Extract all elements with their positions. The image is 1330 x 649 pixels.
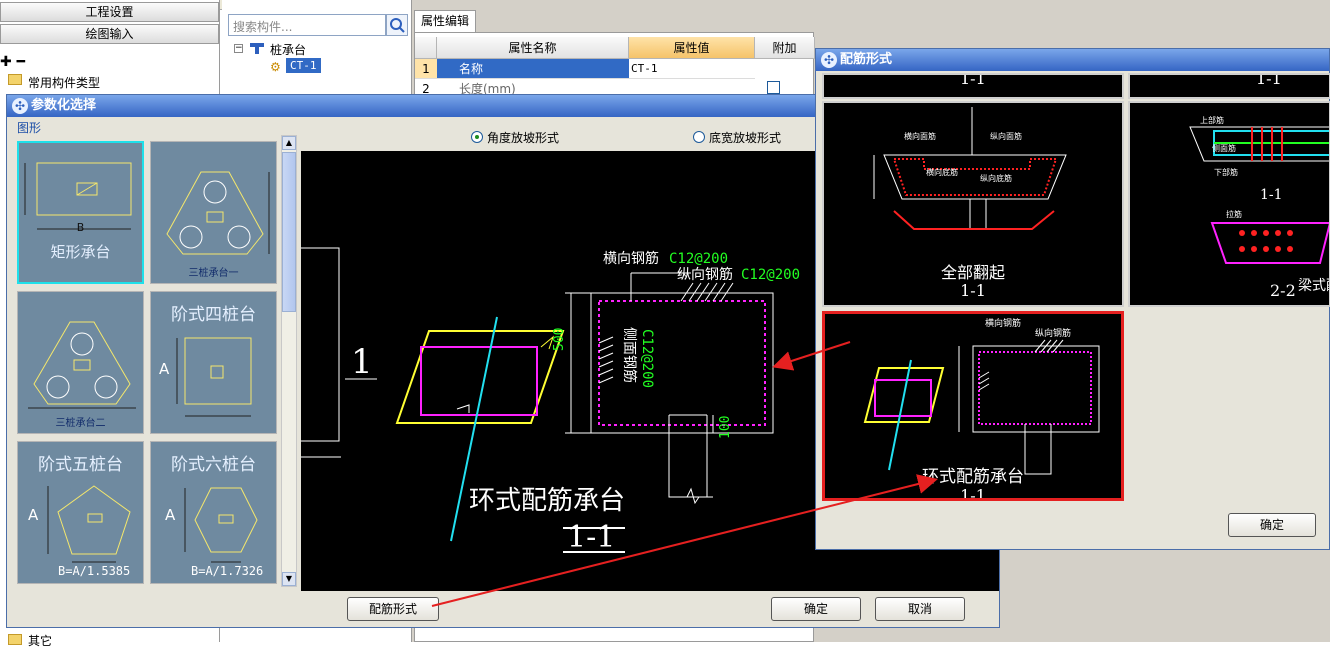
col-header-name: 属性名称 <box>437 37 629 59</box>
label-side-bar: 侧面筋 <box>1212 144 1236 153</box>
radio-angle-slope[interactable] <box>471 131 483 143</box>
option-section: 1-1 <box>960 486 986 501</box>
col-header-extra: 附加 <box>755 37 815 59</box>
extra-checkbox[interactable] <box>767 81 780 94</box>
tree-item-pile-cap[interactable]: 桩承台 <box>270 41 306 58</box>
option-section-b: 2-2 <box>1270 281 1296 300</box>
transverse-spec: C12@200 <box>669 251 728 267</box>
thumb-label: 三桩承台二 <box>55 418 106 429</box>
formula-label: B=A/1.5385 <box>58 564 131 578</box>
thumb-rect-cap[interactable]: B 矩形承台 <box>17 141 144 284</box>
thumb-three-pile-cap-1[interactable]: 三桩承台一 <box>150 141 277 284</box>
property-value-cell[interactable]: CT-1 <box>629 59 755 79</box>
ok-button[interactable]: 确定 <box>1228 513 1316 537</box>
longitudinal-label: 纵向钢筋 <box>677 266 733 283</box>
dialog-title-bar: ✣ 配筋形式 <box>816 49 1329 71</box>
label-tie-bar: 拉筋 <box>1226 210 1242 219</box>
scroll-up-icon[interactable]: ▲ <box>282 136 296 150</box>
dim-label-a: A <box>28 506 39 524</box>
label-transverse: 横向钢筋 <box>985 319 1022 329</box>
group-label: 图形 <box>17 121 42 135</box>
drawing-input-button[interactable]: 绘图输入 <box>0 24 219 44</box>
app-icon: ✣ <box>821 52 837 68</box>
option-section: 1-1 <box>960 281 986 300</box>
ok-button[interactable]: 确定 <box>771 597 861 621</box>
thumb-step-five-pile[interactable]: 阶式五桩台 A B=A/1.5385 <box>17 441 144 584</box>
side-label: 侧面钢筋 <box>621 327 638 383</box>
option-title: 全部翻起 <box>940 263 1005 282</box>
rebar-option-top-right[interactable]: 1-1 <box>1128 73 1330 99</box>
longitudinal-spec: C12@200 <box>741 267 800 283</box>
option-section-a: 1-1 <box>1260 187 1283 203</box>
rebar-option-ring-cap[interactable]: 横向钢筋 纵向钢筋 环式配筋承台 1-1 <box>822 311 1124 501</box>
expand-collapse-icon[interactable]: ✚ ━ <box>0 54 25 70</box>
thumb-step-six-pile[interactable]: 阶式六桩台 A B=A/1.7326 <box>150 441 277 584</box>
app-icon: ✣ <box>12 98 28 114</box>
label-trans-bottom: 横向底筋 <box>926 168 958 177</box>
label-top-bar: 上部筋 <box>1200 116 1224 125</box>
scroll-down-icon[interactable]: ▼ <box>282 572 296 586</box>
tree-item-others[interactable]: 其它 <box>28 632 52 649</box>
rebar-form-dialog: ✣ 配筋形式 1-1 1-1 横向面筋 纵向面筋 横向底筋 纵向底筋 全部翻起 … <box>815 48 1330 550</box>
thumb-three-pile-cap-2[interactable]: 三桩承台二 <box>17 291 144 434</box>
folder-icon <box>8 634 22 645</box>
thumb-label: 三桩承台一 <box>188 268 239 279</box>
label-long-top: 纵向面筋 <box>990 132 1022 141</box>
dim-500: 500 <box>552 328 567 351</box>
col-header-value: 属性值 <box>629 37 755 59</box>
label-longitudinal: 纵向钢筋 <box>1035 329 1072 339</box>
tree-item-common-types[interactable]: 常用构件类型 <box>28 74 100 91</box>
label-bottom-bar: 下部筋 <box>1214 168 1238 177</box>
engineering-settings-button[interactable]: 工程设置 <box>0 2 219 22</box>
folder-icon <box>8 74 22 85</box>
dialog-title: 配筋形式 <box>840 52 893 67</box>
transverse-label: 横向钢筋 <box>603 250 659 267</box>
tab-property-edit[interactable]: 属性编辑 <box>414 10 476 32</box>
property-name-cell[interactable]: 名称 <box>437 59 629 79</box>
radio-angle-label: 角度放坡形式 <box>487 131 560 145</box>
dim-label-b: B <box>76 221 85 234</box>
section-number-left: 1 <box>351 342 373 382</box>
row-number: 1 <box>415 59 437 79</box>
section-label: 1-1 <box>1256 73 1282 88</box>
dialog-title: 参数化选择 <box>31 98 97 113</box>
shape-thumbnails: B 矩形承台 三桩承台一 三桩承台二 阶式四桩台 A 阶式五桩台 A B=A/1… <box>17 135 283 587</box>
label-long-bottom: 纵向底筋 <box>980 174 1012 183</box>
cancel-button[interactable]: 取消 <box>875 597 965 621</box>
option-title: 梁式配 <box>1298 278 1329 294</box>
search-icon <box>390 18 405 33</box>
label-trans-top: 横向面筋 <box>904 132 936 141</box>
rebar-option-all-bent[interactable]: 横向面筋 纵向面筋 横向底筋 纵向底筋 全部翻起 1-1 <box>822 101 1124 307</box>
thumb-label: 阶式五桩台 <box>38 455 123 475</box>
pile-cap-icon <box>250 42 264 54</box>
gear-icon: ⚙ <box>270 60 281 74</box>
formula-label: B=A/1.7326 <box>191 564 264 578</box>
search-button[interactable] <box>386 14 408 36</box>
radio-bottom-width[interactable] <box>693 131 705 143</box>
thumb-label: 矩形承台 <box>50 243 111 261</box>
search-input[interactable]: 搜索构件... <box>228 14 386 36</box>
scroll-thumb[interactable] <box>282 152 296 312</box>
dim-label-a: A <box>165 506 176 524</box>
side-spec: C12@200 <box>639 329 655 388</box>
section-label: 1-1 <box>960 73 986 88</box>
canvas-section: 1-1 <box>567 520 615 555</box>
rebar-option-top-left[interactable]: 1-1 <box>822 73 1124 99</box>
thumb-label: 阶式六桩台 <box>171 455 256 475</box>
canvas-title: 环式配筋承台 <box>469 486 625 516</box>
dim-100: 100 <box>718 416 733 439</box>
option-title: 环式配筋承台 <box>922 467 1024 487</box>
dim-label-a: A <box>159 360 170 378</box>
thumb-step-four-pile[interactable]: 阶式四桩台 A <box>150 291 277 434</box>
rebar-form-button[interactable]: 配筋形式 <box>347 597 439 621</box>
thumbnail-scrollbar[interactable]: ▲ ▼ <box>281 135 297 587</box>
thumb-label: 阶式四桩台 <box>171 305 256 325</box>
rebar-option-beam-style[interactable]: 上部筋 侧面筋 下部筋 拉筋 1-1 2-2 梁式配 <box>1128 101 1330 307</box>
tree-item-ct1[interactable]: CT-1 <box>286 58 321 73</box>
tree-collapse-icon[interactable]: − <box>234 44 243 53</box>
radio-bottom-label: 底宽放坡形式 <box>709 131 782 145</box>
